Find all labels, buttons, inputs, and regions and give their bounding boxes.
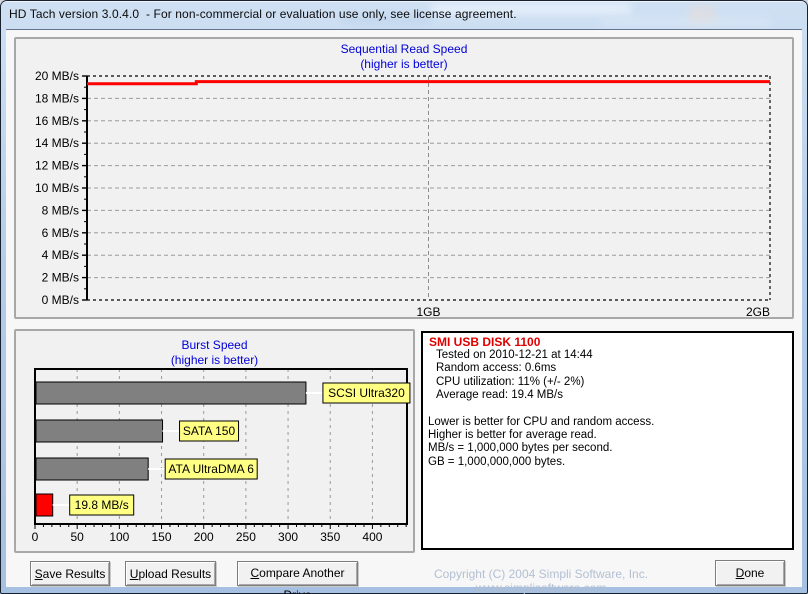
- average-read: Average read: 19.4 MB/s: [436, 389, 563, 402]
- client-area: Sequential Read Speed (higher is better)…: [6, 29, 802, 594]
- bar-label: SCSI Ultra320: [328, 386, 405, 400]
- random-access: Random access: 0.6ms: [436, 362, 557, 375]
- note-line: GB = 1,000,000,000 bytes.: [428, 455, 566, 468]
- burst-x-label: 400: [362, 530, 382, 544]
- note-line: Higher is better for average read.: [428, 429, 597, 442]
- save-results-button[interactable]: Save Results: [30, 561, 110, 586]
- burst-x-label: 300: [278, 530, 298, 544]
- done-button[interactable]: Done: [715, 560, 785, 586]
- y-tick-label: 8 MB/s: [42, 203, 79, 217]
- burst-bar: [35, 419, 164, 443]
- x-tick-label: 1GB: [416, 305, 440, 317]
- y-tick-label: 14 MB/s: [35, 136, 79, 150]
- y-tick-label: 10 MB/s: [35, 181, 79, 195]
- burst-x-label: 250: [236, 530, 256, 544]
- y-tick-label: 16 MB/s: [35, 114, 79, 128]
- hd-tach-window: HD Tach version 3.0.4.0 - For non-commer…: [0, 0, 808, 594]
- drive-name: SMI USB DISK 1100: [429, 335, 541, 349]
- drive-info-panel: SMI USB DISK 1100 Tested on 2010-12-21 a…: [421, 331, 794, 550]
- burst-bar: [35, 381, 307, 405]
- burst-x-label: 150: [152, 530, 172, 544]
- cpu-utilization: CPU utilization: 11% (+/- 2%): [436, 375, 585, 388]
- y-tick-label: 0 MB/s: [42, 293, 79, 307]
- bar-label: ATA UltraDMA 6: [168, 462, 254, 476]
- burst-x-label: 0: [32, 530, 39, 544]
- burst-x-label: 350: [320, 530, 340, 544]
- burst-chart-svg: SCSI Ultra320 SATA 150 ATA UltraDMA 6 19.8 …: [32, 368, 411, 544]
- burst-bar: [35, 457, 149, 481]
- bar-label: SATA 150: [183, 424, 236, 438]
- upload-results-button[interactable]: Upload Results: [125, 561, 216, 586]
- note-line: MB/s = 1,000,000 bytes per second.: [428, 442, 613, 455]
- burst-bar: [35, 493, 54, 517]
- burst-x-label: 200: [194, 530, 214, 544]
- bar-label: 19.8 MB/s: [75, 498, 129, 512]
- y-tick-label: 12 MB/s: [35, 159, 79, 173]
- burst-x-label: 100: [109, 530, 129, 544]
- tested-on-line: Tested on 2010-12-21 at 14:44: [436, 349, 593, 361]
- titlebar[interactable]: HD Tach version 3.0.4.0 - For non-commer…: [0, 0, 808, 29]
- note-line: Lower is better for CPU and random acces…: [428, 415, 655, 428]
- window-title: HD Tach version 3.0.4.0 - For non-commer…: [9, 7, 517, 21]
- burst-speed-panel: Burst Speed (higher is better) SCSI Ultr…: [14, 329, 415, 553]
- y-tick-label: 20 MB/s: [35, 69, 79, 83]
- y-tick-label: 4 MB/s: [42, 248, 79, 262]
- y-tick-label: 6 MB/s: [42, 226, 79, 240]
- y-tick-label: 18 MB/s: [35, 91, 79, 105]
- burst-x-label: 50: [70, 530, 84, 544]
- y-tick-label: 2 MB/s: [42, 271, 79, 285]
- copyright-text: Copyright (C) 2004 Simpli Software, Inc.…: [433, 567, 649, 594]
- read-chart-svg: 20 MB/s 18 MB/s 16 MB/s 14 MB/s 12 MB/s 10 MB…: [35, 69, 771, 317]
- x-tick-label: 2GB: [746, 305, 770, 317]
- sequential-read-panel: Sequential Read Speed (higher is better)…: [14, 37, 794, 319]
- compare-another-drive-button[interactable]: Compare Another Drive: [237, 561, 358, 594]
